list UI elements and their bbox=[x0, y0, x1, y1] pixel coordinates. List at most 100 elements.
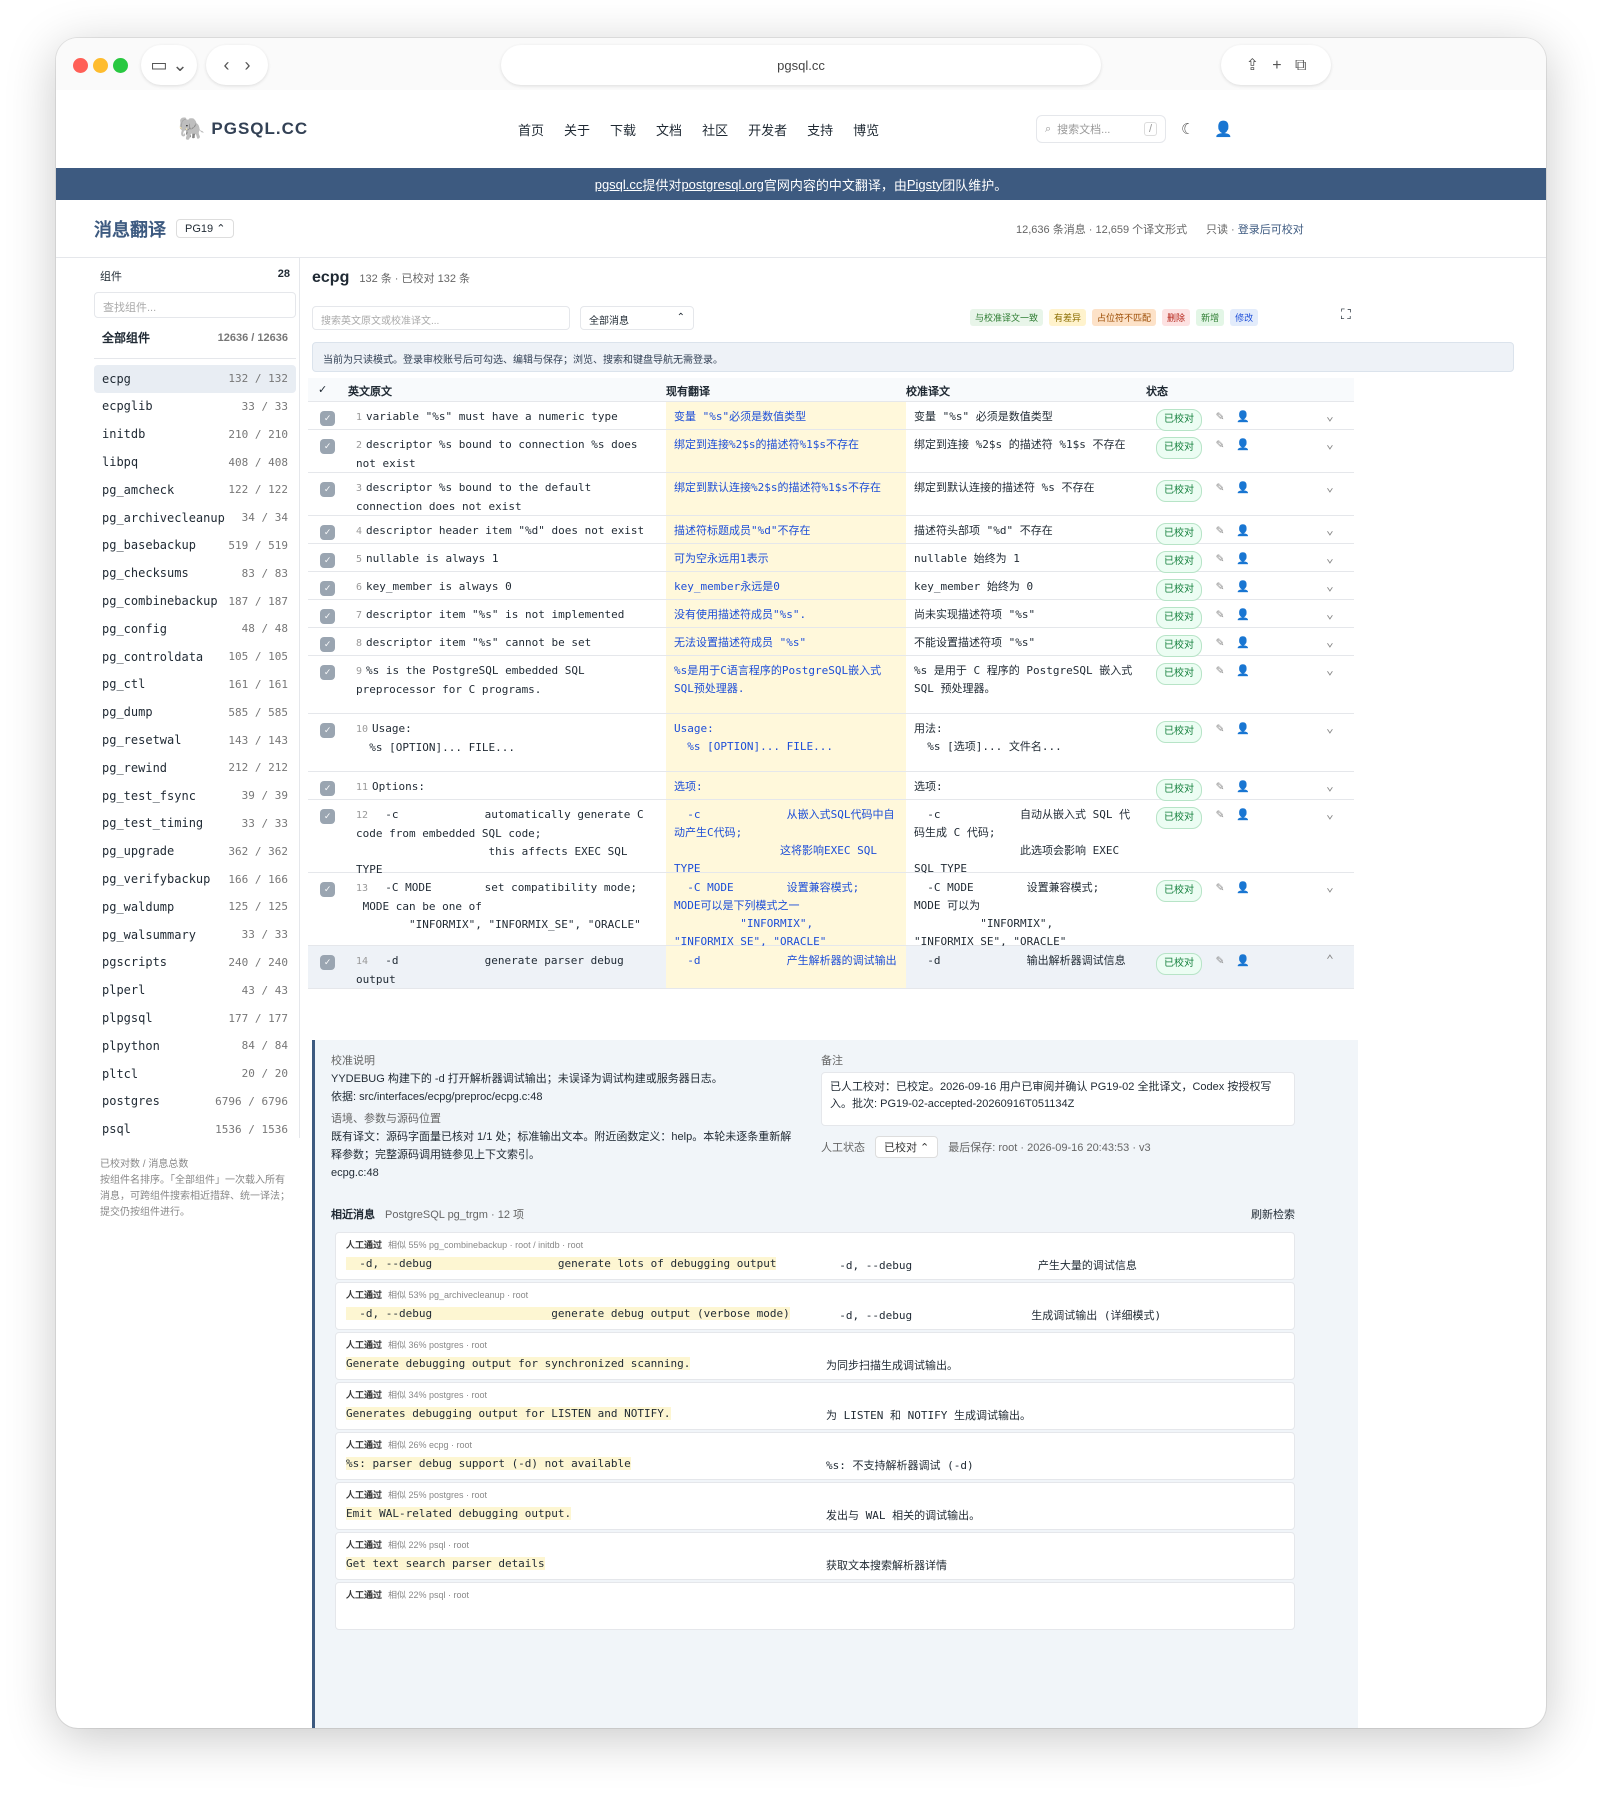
fullscreen-icon[interactable]: ⛶ bbox=[1341, 306, 1351, 323]
edit-icon[interactable]: ✎ bbox=[1216, 436, 1224, 454]
row-checkbox[interactable]: ✓ bbox=[320, 411, 335, 426]
sidebar-item-pg_resetwal[interactable]: pg_resetwal 143 / 143 bbox=[94, 726, 296, 754]
sidebar-item-pg_controldata[interactable]: pg_controldata 105 / 105 bbox=[94, 643, 296, 671]
banner-link-pigsty[interactable]: Pigsty bbox=[907, 177, 942, 192]
select-all-icon[interactable]: ✓ bbox=[318, 383, 327, 396]
sidebar-item-pg_amcheck[interactable]: pg_amcheck 122 / 122 bbox=[94, 476, 296, 504]
table-row[interactable]: ✓ 8 descriptor item "%s" cannot be set 无法设置… bbox=[308, 628, 1354, 657]
similar-item[interactable]: 人工通过 相似 26% ecpg · root %s: parser debug s… bbox=[335, 1432, 1295, 1480]
row-checkbox[interactable]: ✓ bbox=[320, 609, 335, 624]
sidebar-item-postgres[interactable]: postgres 6796 / 6796 bbox=[94, 1088, 296, 1116]
nav-item[interactable]: 文档 bbox=[656, 120, 682, 139]
sidebar-item-pg_upgrade[interactable]: pg_upgrade 362 / 362 bbox=[94, 837, 296, 865]
sidebar-item-pg_walsummary[interactable]: pg_walsummary 33 / 33 bbox=[94, 921, 296, 949]
user-icon[interactable]: 👤 bbox=[1236, 879, 1250, 897]
row-checkbox[interactable]: ✓ bbox=[320, 781, 335, 796]
message-filter-select[interactable]: 全部消息 ⌃ bbox=[580, 306, 694, 330]
edit-icon[interactable]: ✎ bbox=[1216, 606, 1224, 624]
state-select[interactable]: 已校对 ⌃ bbox=[875, 1136, 939, 1158]
sidebar-item-pg_combinebackup[interactable]: pg_combinebackup 187 / 187 bbox=[94, 587, 296, 615]
sidebar-item-pg_basebackup[interactable]: pg_basebackup 519 / 519 bbox=[94, 532, 296, 560]
row-checkbox[interactable]: ✓ bbox=[320, 439, 335, 454]
chevron-down-icon[interactable]: ⌄ bbox=[1326, 662, 1334, 680]
sidebar-item-all[interactable]: 全部组件 12636 / 12636 bbox=[94, 324, 296, 352]
sidebar-item-psql[interactable]: psql 1536 / 1536 bbox=[94, 1115, 296, 1143]
user-icon[interactable]: 👤 bbox=[1236, 522, 1250, 540]
sidebar-item-pg_verifybackup[interactable]: pg_verifybackup 166 / 166 bbox=[94, 865, 296, 893]
user-icon[interactable]: 👤 bbox=[1236, 408, 1250, 426]
nav-item[interactable]: 关于 bbox=[564, 120, 590, 139]
row-checkbox[interactable]: ✓ bbox=[320, 637, 335, 652]
nav-item[interactable]: 首页 bbox=[518, 120, 544, 139]
chevron-down-icon[interactable]: ⌄ bbox=[1326, 550, 1334, 568]
user-icon[interactable]: 👤 bbox=[1236, 634, 1250, 652]
chevron-down-icon[interactable]: ⌄ bbox=[1326, 436, 1334, 454]
sidebar-item-pg_config[interactable]: pg_config 48 / 48 bbox=[94, 615, 296, 643]
nav-item[interactable]: 开发者 bbox=[748, 120, 787, 139]
sidebar-item-initdb[interactable]: initdb 210 / 210 bbox=[94, 420, 296, 448]
similar-item[interactable]: 人工通过 相似 53% pg_archivecleanup · root -d, … bbox=[335, 1282, 1295, 1330]
address-bar[interactable]: pgsql.cc bbox=[501, 45, 1101, 85]
table-row[interactable]: ✓ 14 -d generate parser debug output -d 产… bbox=[308, 946, 1354, 989]
similar-item[interactable]: 人工通过 相似 22% psql · root bbox=[335, 1582, 1295, 1630]
table-row[interactable]: ✓ 10 Usage: %s [OPTION]... FILE... Usage: %… bbox=[308, 714, 1354, 772]
edit-icon[interactable]: ✎ bbox=[1216, 662, 1224, 680]
nav-item[interactable]: 社区 bbox=[702, 120, 728, 139]
similar-item[interactable]: 人工通过 相似 22% psql · root Get text search pa… bbox=[335, 1532, 1295, 1580]
sidebar-item-pg_waldump[interactable]: pg_waldump 125 / 125 bbox=[94, 893, 296, 921]
edit-icon[interactable]: ✎ bbox=[1216, 578, 1224, 596]
sidebar-item-pg_archivecleanup[interactable]: pg_archivecleanup 34 / 34 bbox=[94, 504, 296, 532]
edit-icon[interactable]: ✎ bbox=[1216, 778, 1224, 796]
close-window-button[interactable] bbox=[73, 58, 88, 73]
chevron-down-icon[interactable]: ⌄ bbox=[1326, 720, 1334, 738]
dark-mode-icon[interactable]: ☾ bbox=[1181, 120, 1194, 138]
remark-textarea[interactable]: 已人工校对：已校定。2026-09-16 用户已审阅并确认 PG19-02 全批… bbox=[821, 1072, 1295, 1126]
version-select[interactable]: PG19 ⌃ bbox=[176, 219, 235, 238]
chevron-down-icon[interactable]: ⌄ bbox=[1326, 634, 1334, 652]
edit-icon[interactable]: ✎ bbox=[1216, 879, 1224, 897]
chevron-down-icon[interactable]: ⌄ bbox=[1326, 806, 1334, 824]
edit-icon[interactable]: ✎ bbox=[1216, 634, 1224, 652]
nav-item[interactable]: 博览 bbox=[853, 120, 879, 139]
edit-icon[interactable]: ✎ bbox=[1216, 522, 1224, 540]
row-checkbox[interactable]: ✓ bbox=[320, 723, 335, 738]
sidebar-item-plpgsql[interactable]: plpgsql 177 / 177 bbox=[94, 1004, 296, 1032]
user-icon[interactable]: 👤 bbox=[1236, 720, 1250, 738]
site-search[interactable]: ⌕ 搜索文档... / bbox=[1036, 115, 1166, 143]
zoom-window-button[interactable] bbox=[113, 58, 128, 73]
row-checkbox[interactable]: ✓ bbox=[320, 665, 335, 680]
sidebar-item-pg_dump[interactable]: pg_dump 585 / 585 bbox=[94, 698, 296, 726]
sidebar-item-pg_ctl[interactable]: pg_ctl 161 / 161 bbox=[94, 671, 296, 699]
nav-item[interactable]: 下载 bbox=[610, 120, 636, 139]
user-icon[interactable]: 👤 bbox=[1236, 806, 1250, 824]
user-icon[interactable]: 👤 bbox=[1236, 578, 1250, 596]
user-icon[interactable]: 👤 bbox=[1236, 479, 1250, 497]
similar-item[interactable]: 人工通过 相似 36% postgres · root Generate debug… bbox=[335, 1332, 1295, 1380]
row-checkbox[interactable]: ✓ bbox=[320, 882, 335, 897]
sidebar-item-pltcl[interactable]: pltcl 20 / 20 bbox=[94, 1060, 296, 1088]
chevron-down-icon[interactable]: ⌄ bbox=[1326, 606, 1334, 624]
row-checkbox[interactable]: ✓ bbox=[320, 581, 335, 596]
edit-icon[interactable]: ✎ bbox=[1216, 806, 1224, 824]
chevron-down-icon[interactable]: ⌄ bbox=[1326, 778, 1334, 796]
table-row[interactable]: ✓ 6 key_member is always 0 key_member永远是0 ke… bbox=[308, 572, 1354, 601]
nav-item[interactable]: 支持 bbox=[807, 120, 833, 139]
minimize-window-button[interactable] bbox=[93, 58, 108, 73]
sidebar-item-pg_test_fsync[interactable]: pg_test_fsync 39 / 39 bbox=[94, 782, 296, 810]
table-row[interactable]: ✓ 13 -C MODE set compatibility mode; MODE… bbox=[308, 873, 1354, 948]
similar-item[interactable]: 人工通过 相似 55% pg_combinebackup · root / ini… bbox=[335, 1232, 1295, 1280]
user-icon[interactable]: 👤 bbox=[1236, 606, 1250, 624]
user-icon[interactable]: 👤 bbox=[1236, 662, 1250, 680]
user-icon[interactable]: 👤 bbox=[1214, 120, 1233, 138]
banner-link-postgresql[interactable]: postgresql.org bbox=[681, 177, 763, 192]
row-checkbox[interactable]: ✓ bbox=[320, 553, 335, 568]
back-forward-icon[interactable]: ‹ › bbox=[206, 45, 268, 85]
similar-item[interactable]: 人工通过 相似 34% postgres · root Generates debu… bbox=[335, 1382, 1295, 1430]
chevron-down-icon[interactable]: ⌄ bbox=[1326, 408, 1334, 426]
chevron-down-icon[interactable]: ⌄ bbox=[1326, 578, 1334, 596]
chevron-down-icon[interactable]: ⌄ bbox=[1326, 479, 1334, 497]
edit-icon[interactable]: ✎ bbox=[1216, 479, 1224, 497]
user-icon[interactable]: 👤 bbox=[1236, 436, 1250, 454]
toolbar-actions[interactable]: ⇪ + ⧉ bbox=[1221, 45, 1331, 85]
chevron-down-icon[interactable]: ⌄ bbox=[1326, 879, 1334, 897]
